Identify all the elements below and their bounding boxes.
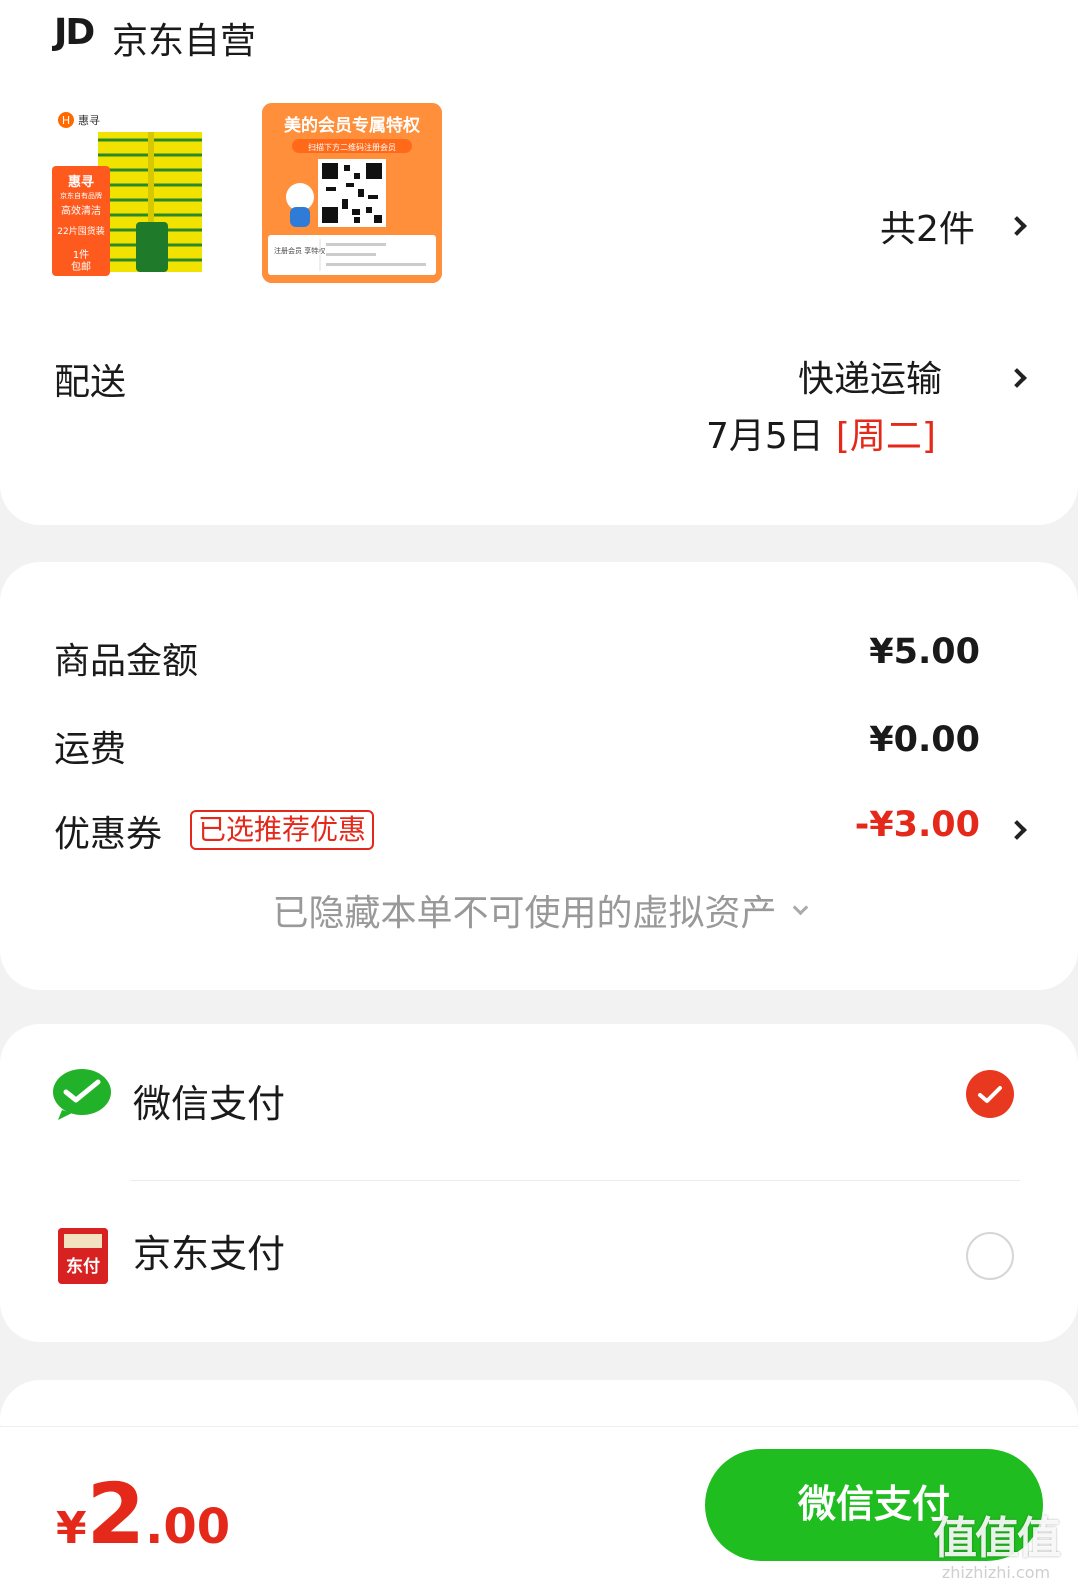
delivery-date-text: 7月5日	[706, 416, 824, 457]
hidden-assets-text: 已隐藏本单不可使用的虚拟资产	[272, 893, 777, 934]
shipping-fee-value: ¥0.00	[869, 720, 980, 760]
checkout-bar: ¥2.00 微信支付 值值值 zhizhizhi.com	[0, 1426, 1078, 1592]
watermark: 值值值 zhizhizhi.com	[918, 1515, 1074, 1591]
coupon-label: 优惠券	[54, 814, 163, 855]
total-decimal: .00	[145, 1499, 231, 1555]
coupon-value[interactable]: -¥3.00	[855, 805, 980, 845]
product-thumbnail-membership[interactable]: 美的会员专属特权 扫描下方二维码注册会员 注册会员 享特权	[262, 103, 442, 283]
product-thumbnail-sponge[interactable]: H 惠寻 惠寻 京东自有品牌 高效清洁 22片囤货装 1件 包邮	[52, 110, 212, 282]
jd-pay-option[interactable]: 京东支付	[133, 1223, 285, 1278]
delivery-label: 配送	[54, 362, 127, 403]
payment-methods-card	[0, 1024, 1078, 1342]
svg-text:扫描下方二维码注册会员: 扫描下方二维码注册会员	[308, 142, 396, 152]
hidden-assets-toggle[interactable]: 已隐藏本单不可使用的虚拟资产	[0, 884, 1078, 936]
wechat-pay-option[interactable]: 微信支付	[133, 1073, 285, 1128]
svg-text:京东自有品牌: 京东自有品牌	[60, 191, 102, 200]
store-name[interactable]: 京东自营	[112, 12, 256, 64]
svg-text:22片囤货装: 22片囤货装	[57, 225, 104, 237]
item-count-link[interactable]: 共2件	[880, 200, 975, 252]
watermark-url: zhizhizhi.com	[941, 1563, 1051, 1582]
delivery-weekday: [周二]	[835, 416, 936, 457]
svg-text:东付: 东付	[66, 1256, 100, 1277]
chevron-down-icon	[792, 899, 808, 916]
goods-amount-value: ¥5.00	[869, 632, 980, 672]
svg-text:注册会员 享特权: 注册会员 享特权	[274, 246, 325, 255]
svg-text:高效清洁: 高效清洁	[61, 204, 101, 217]
product-brand: 惠寻	[78, 113, 100, 127]
goods-amount-label: 商品金额	[54, 641, 199, 682]
delivery-method[interactable]: 快递运输	[798, 350, 942, 402]
currency-symbol: ¥	[56, 1503, 87, 1554]
watermark-main: 值值值	[933, 1513, 1061, 1564]
svg-text:包邮: 包邮	[71, 260, 91, 273]
total-price: ¥2.00	[56, 1465, 230, 1563]
wechat-pay-icon	[52, 1068, 112, 1120]
shipping-fee-label: 运费	[54, 729, 127, 770]
divider	[130, 1180, 1020, 1181]
svg-text:H: H	[62, 114, 70, 127]
jd-pay-icon: 东付	[58, 1228, 108, 1284]
svg-text:惠寻: 惠寻	[68, 174, 94, 190]
jd-logo: JD	[54, 12, 95, 53]
svg-text:1件: 1件	[73, 249, 89, 261]
jd-pay-radio[interactable]	[966, 1232, 1014, 1280]
coupon-recommended-badge: 已选推荐优惠	[190, 810, 375, 850]
total-integer: 2	[86, 1465, 146, 1563]
delivery-date: 7月5日 [周二]	[706, 407, 936, 459]
svg-text:美的会员专属特权: 美的会员专属特权	[284, 115, 421, 136]
wechat-pay-selected-check[interactable]	[966, 1070, 1014, 1118]
